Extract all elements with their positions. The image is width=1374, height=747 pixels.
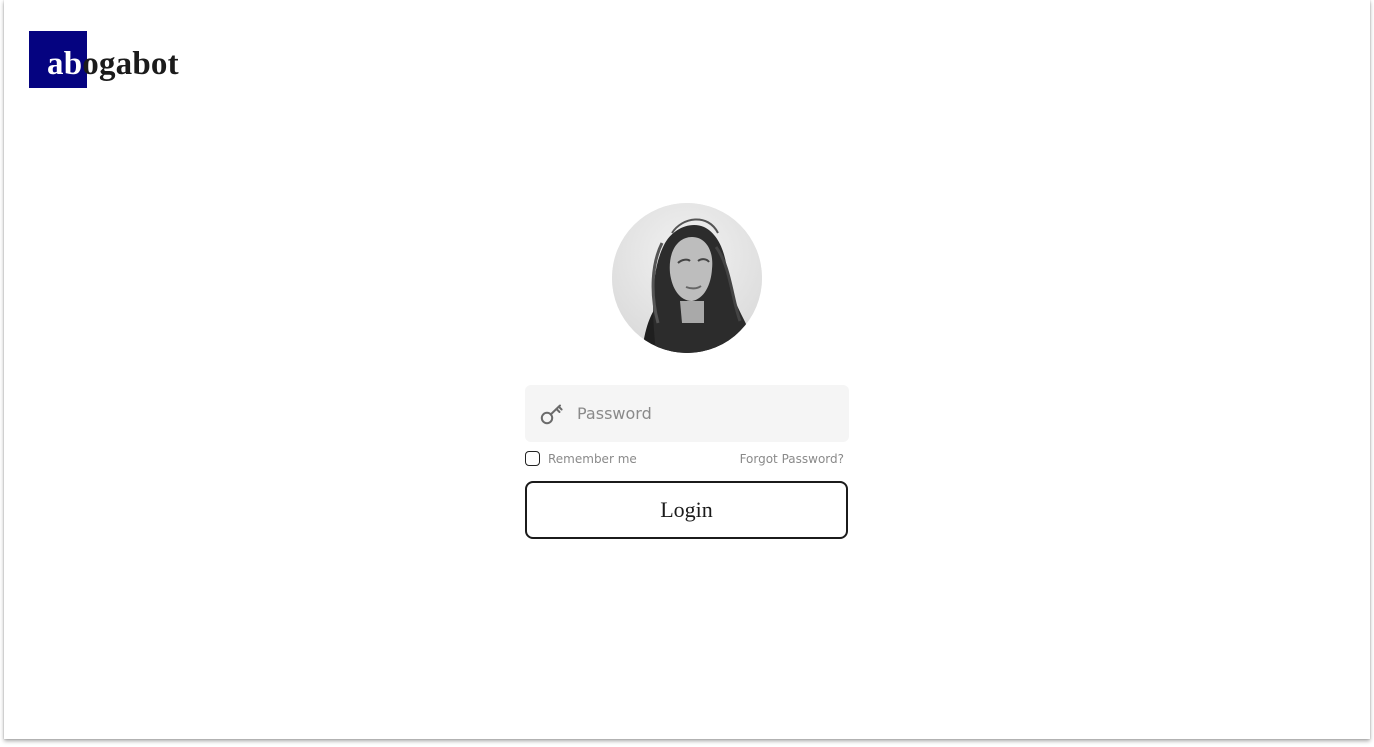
avatar: [612, 203, 762, 353]
forgot-password-link[interactable]: Forgot Password?: [740, 452, 844, 466]
brand-logo[interactable]: abogabot: [29, 31, 179, 88]
remember-me[interactable]: Remember me: [525, 451, 637, 466]
logo-text-rest: ogabot: [82, 46, 179, 82]
avatar-image: [612, 203, 762, 353]
password-input[interactable]: [577, 385, 837, 442]
logo-text: abogabot: [29, 48, 179, 88]
page-frame: abogabot Remember me Forgot Password? Lo…: [4, 0, 1370, 739]
remember-me-checkbox[interactable]: [525, 451, 540, 466]
login-button[interactable]: Login: [525, 481, 848, 539]
password-field[interactable]: [525, 385, 849, 442]
remember-me-label[interactable]: Remember me: [548, 452, 637, 466]
key-icon: [540, 404, 563, 425]
logo-text-highlight: ab: [47, 46, 83, 82]
